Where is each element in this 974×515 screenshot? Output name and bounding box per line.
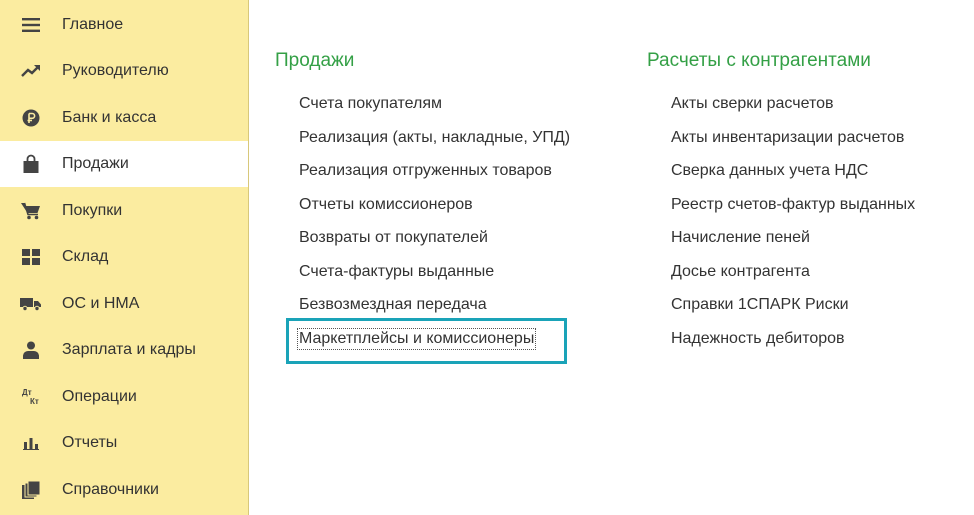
sidebar-item-bank[interactable]: Банк и касса xyxy=(0,95,248,141)
highlight-frame xyxy=(286,318,567,364)
sidebar-item-main[interactable]: Главное xyxy=(0,2,248,48)
sidebar-item-fixed-assets[interactable]: ОС и НМА xyxy=(0,281,248,327)
link-shipped-goods-sales[interactable]: Реализация отгруженных товаров xyxy=(299,162,552,180)
sidebar: Главное Руководителю Банк и касса Продаж… xyxy=(0,0,249,515)
sidebar-item-warehouse[interactable]: Склад xyxy=(0,234,248,280)
warehouse-grid-icon xyxy=(20,246,42,268)
sidebar-item-sales[interactable]: Продажи xyxy=(0,141,248,187)
debit-credit-icon: Дт Кт xyxy=(20,387,42,407)
credit-label: Кт xyxy=(30,397,39,406)
books-icon xyxy=(20,479,42,501)
link-settlement-inventory[interactable]: Акты инвентаризации расчетов xyxy=(671,129,904,147)
sidebar-item-label: Зарплата и кадры xyxy=(62,341,196,358)
sidebar-item-operations[interactable]: Дт Кт Операции xyxy=(0,374,248,420)
sidebar-item-manager[interactable]: Руководителю xyxy=(0,48,248,94)
link-sales-documents[interactable]: Реализация (акты, накладные, УПД) xyxy=(299,129,570,147)
link-spark-risks[interactable]: Справки 1СПАРК Риски xyxy=(671,296,849,314)
sidebar-item-label: Продажи xyxy=(62,155,129,172)
link-customer-returns[interactable]: Возвраты от покупателей xyxy=(299,229,488,247)
section-title-settlements: Расчеты с контрагентами xyxy=(647,50,871,71)
link-vat-reconciliation[interactable]: Сверка данных учета НДС xyxy=(671,162,868,180)
sidebar-item-label: Банк и касса xyxy=(62,109,157,126)
truck-icon xyxy=(20,293,42,315)
debit-label: Дт xyxy=(22,388,32,397)
link-reconciliation-acts[interactable]: Акты сверки расчетов xyxy=(671,95,834,113)
sidebar-item-label: Отчеты xyxy=(62,434,118,451)
link-customer-invoices[interactable]: Счета покупателям xyxy=(299,95,442,113)
sidebar-item-label: Справочники xyxy=(62,481,159,498)
sidebar-item-label: Главное xyxy=(62,16,124,33)
section-title-sales: Продажи xyxy=(275,50,355,71)
sidebar-item-payroll[interactable]: Зарплата и кадры xyxy=(0,327,248,373)
person-icon xyxy=(20,339,42,361)
link-penalty-accrual[interactable]: Начисление пеней xyxy=(671,229,810,247)
shopping-bag-icon xyxy=(20,153,42,175)
sidebar-item-purchases[interactable]: Покупки xyxy=(0,188,248,234)
link-counterparty-dossier[interactable]: Досье контрагента xyxy=(671,263,810,281)
menu-lines-icon xyxy=(20,14,42,36)
sidebar-item-label: Покупки xyxy=(62,202,123,219)
sidebar-item-label: Операции xyxy=(62,388,137,405)
sidebar-item-label: Руководителю xyxy=(62,62,169,79)
shopping-cart-icon xyxy=(20,200,42,222)
sidebar-item-reports[interactable]: Отчеты xyxy=(0,420,248,466)
link-issued-invoice-registry[interactable]: Реестр счетов-фактур выданных xyxy=(671,196,915,214)
sidebar-item-label: Склад xyxy=(62,248,109,265)
link-issued-invoices[interactable]: Счета-фактуры выданные xyxy=(299,263,494,281)
link-debtor-reliability[interactable]: Надежность дебиторов xyxy=(671,330,845,348)
bar-chart-icon xyxy=(20,432,42,454)
link-free-transfer[interactable]: Безвозмездная передача xyxy=(299,296,487,314)
trend-up-icon xyxy=(20,60,42,82)
sidebar-item-label: ОС и НМА xyxy=(62,295,140,312)
link-commission-agent-reports[interactable]: Отчеты комиссионеров xyxy=(299,196,473,214)
sidebar-item-directories[interactable]: Справочники xyxy=(0,467,248,513)
ruble-coin-icon xyxy=(20,107,42,129)
